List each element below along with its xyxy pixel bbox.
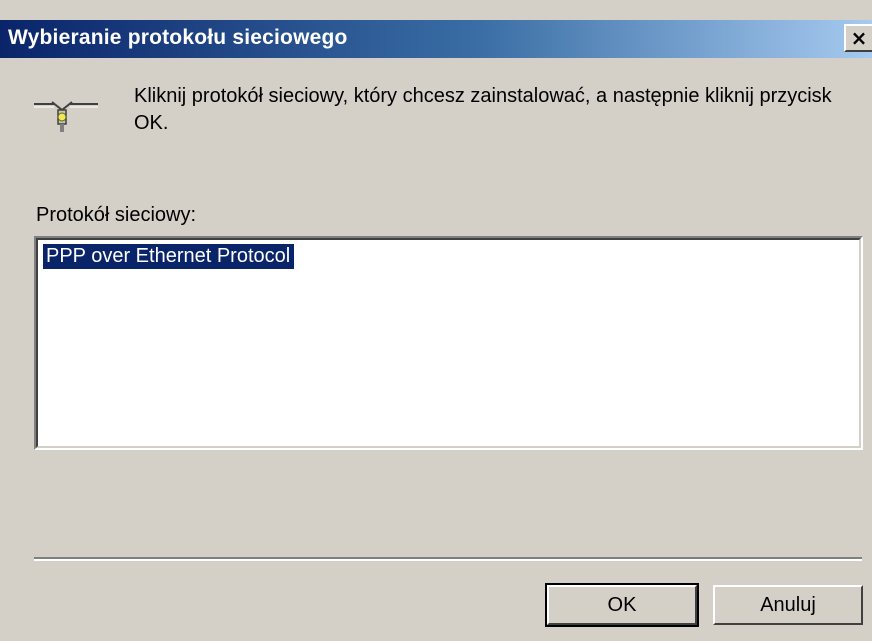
protocol-listbox[interactable]: PPP over Ethernet Protocol	[34, 236, 863, 450]
network-protocol-icon	[34, 101, 98, 132]
listbox-frame: PPP over Ethernet Protocol	[36, 238, 861, 448]
protocol-list-label: Protokół sieciowy:	[36, 204, 197, 226]
ok-button[interactable]: OK	[545, 583, 699, 627]
cancel-button[interactable]: Anuluj	[713, 585, 863, 625]
close-button[interactable]: ×	[844, 24, 872, 52]
close-icon: ×	[850, 26, 868, 50]
dialog-title: Wybieranie protokołu sieciowego	[8, 26, 348, 49]
title-bar[interactable]: Wybieranie protokołu sieciowego ×	[0, 20, 872, 58]
separator	[34, 557, 862, 561]
list-item-pppoe[interactable]: PPP over Ethernet Protocol	[43, 244, 295, 269]
instruction-text: Kliknij protokół sieciowy, który chcesz …	[134, 85, 832, 134]
protocol-dialog: Wybieranie protokołu sieciowego × Klikni…	[0, 0, 872, 641]
